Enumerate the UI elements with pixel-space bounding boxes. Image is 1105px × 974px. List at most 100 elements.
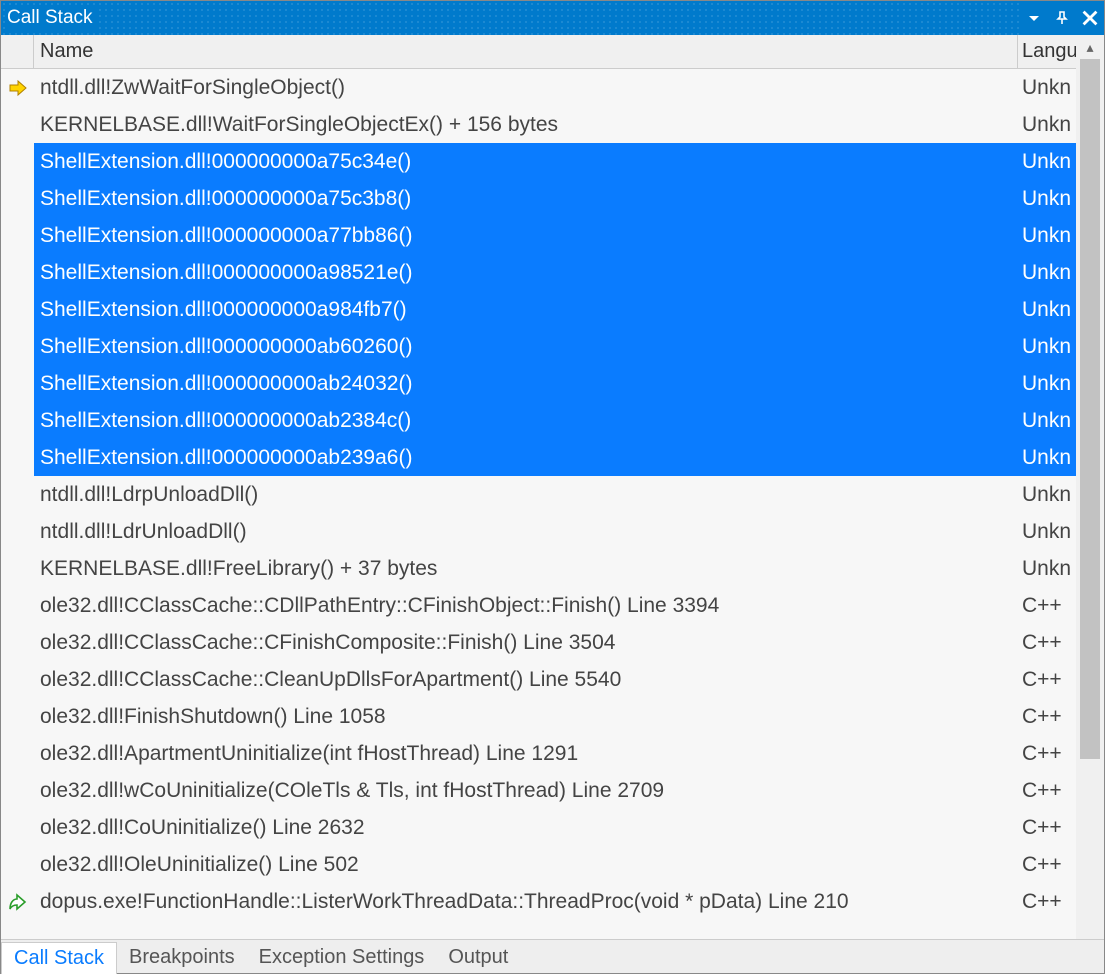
frame-language: Unkn <box>1018 520 1076 544</box>
frame-name: ShellExtension.dll!000000000a75c34e() <box>34 150 1018 174</box>
callstack-frame[interactable]: ShellExtension.dll!000000000a77bb86()Unk… <box>1 217 1076 254</box>
callstack-frame[interactable]: ole32.dll!OleUninitialize() Line 502C++ <box>1 846 1076 883</box>
frame-name: ole32.dll!CClassCache::CDllPathEntry::CF… <box>34 594 1018 618</box>
callstack-frame[interactable]: ShellExtension.dll!000000000ab239a6()Unk… <box>1 439 1076 476</box>
frame-gutter <box>1 328 34 365</box>
frame-name: ShellExtension.dll!000000000ab239a6() <box>34 446 1018 470</box>
frame-language: Unkn <box>1018 261 1076 285</box>
callstack-grid: Name Langu ntdll.dll!ZwWaitForSingleObje… <box>1 35 1076 939</box>
frame-language: C++ <box>1018 705 1076 729</box>
frame-language: Unkn <box>1018 372 1076 396</box>
frame-gutter <box>1 809 34 846</box>
frame-gutter <box>1 735 34 772</box>
frame-language: C++ <box>1018 853 1076 877</box>
frame-language: Unkn <box>1018 446 1076 470</box>
frame-gutter <box>1 439 34 476</box>
close-button[interactable] <box>1076 1 1104 35</box>
frame-gutter <box>1 476 34 513</box>
frame-language: Unkn <box>1018 113 1076 137</box>
frame-name: dopus.exe!FunctionHandle::ListerWorkThre… <box>34 890 1018 914</box>
callstack-frame[interactable]: KERNELBASE.dll!FreeLibrary() + 37 bytesU… <box>1 550 1076 587</box>
frame-gutter <box>1 254 34 291</box>
frame-name: ShellExtension.dll!000000000a75c3b8() <box>34 187 1018 211</box>
column-header-language[interactable]: Langu <box>1018 35 1076 68</box>
frame-language: C++ <box>1018 631 1076 655</box>
callstack-frame[interactable]: ole32.dll!wCoUninitialize(COleTls & Tls,… <box>1 772 1076 809</box>
close-icon <box>1081 9 1099 27</box>
frame-name: ole32.dll!CClassCache::CFinishComposite:… <box>34 631 1018 655</box>
frame-language: Unkn <box>1018 335 1076 359</box>
callstack-frame[interactable]: ShellExtension.dll!000000000a75c3b8()Unk… <box>1 180 1076 217</box>
scroll-up-icon[interactable]: ▴ <box>1080 37 1100 57</box>
frame-name: ShellExtension.dll!000000000ab24032() <box>34 372 1018 396</box>
current-frame-icon <box>1 69 34 106</box>
callstack-frame[interactable]: ntdll.dll!LdrpUnloadDll()Unkn <box>1 476 1076 513</box>
callstack-frame[interactable]: ShellExtension.dll!000000000a75c34e()Unk… <box>1 143 1076 180</box>
frame-language: Unkn <box>1018 224 1076 248</box>
titlebar: Call Stack <box>1 1 1104 35</box>
window-options-dropdown[interactable] <box>1020 1 1048 35</box>
callstack-frame[interactable]: dopus.exe!FunctionHandle::ListerWorkThre… <box>1 883 1076 920</box>
column-header-name[interactable]: Name <box>34 35 1018 68</box>
tab-output[interactable]: Output <box>436 942 520 973</box>
content-area: Name Langu ntdll.dll!ZwWaitForSingleObje… <box>1 35 1104 939</box>
bottom-tabs: Call StackBreakpointsException SettingsO… <box>1 939 1104 973</box>
frame-name: ole32.dll!ApartmentUninitialize(int fHos… <box>34 742 1018 766</box>
frame-language: C++ <box>1018 779 1076 803</box>
callstack-frame[interactable]: ole32.dll!ApartmentUninitialize(int fHos… <box>1 735 1076 772</box>
callstack-frame[interactable]: ShellExtension.dll!000000000ab60260()Unk… <box>1 328 1076 365</box>
frame-language: C++ <box>1018 668 1076 692</box>
frame-gutter <box>1 402 34 439</box>
callstack-frame[interactable]: ShellExtension.dll!000000000a98521e()Unk… <box>1 254 1076 291</box>
tab-breakpoints[interactable]: Breakpoints <box>117 942 247 973</box>
frame-language: Unkn <box>1018 298 1076 322</box>
frame-name: KERNELBASE.dll!FreeLibrary() + 37 bytes <box>34 557 1018 581</box>
tab-call-stack[interactable]: Call Stack <box>1 942 117 974</box>
frame-language: Unkn <box>1018 150 1076 174</box>
frame-language: Unkn <box>1018 409 1076 433</box>
frame-gutter <box>1 661 34 698</box>
callstack-frame[interactable]: ShellExtension.dll!000000000ab2384c()Unk… <box>1 402 1076 439</box>
frame-name: ntdll.dll!ZwWaitForSingleObject() <box>34 76 1018 100</box>
frame-name: ShellExtension.dll!000000000a77bb86() <box>34 224 1018 248</box>
callstack-rows: ntdll.dll!ZwWaitForSingleObject()UnknKER… <box>1 69 1076 939</box>
callstack-frame[interactable]: ole32.dll!CClassCache::CFinishComposite:… <box>1 624 1076 661</box>
scrollbar-thumb[interactable] <box>1080 59 1100 759</box>
frame-name: KERNELBASE.dll!WaitForSingleObjectEx() +… <box>34 113 1018 137</box>
frame-name: ole32.dll!OleUninitialize() Line 502 <box>34 853 1018 877</box>
frame-language: Unkn <box>1018 76 1076 100</box>
frame-gutter <box>1 624 34 661</box>
tab-exception-settings[interactable]: Exception Settings <box>247 942 437 973</box>
frame-language: Unkn <box>1018 557 1076 581</box>
frame-gutter <box>1 513 34 550</box>
callstack-frame[interactable]: KERNELBASE.dll!WaitForSingleObjectEx() +… <box>1 106 1076 143</box>
pin-button[interactable] <box>1048 1 1076 35</box>
frame-gutter <box>1 180 34 217</box>
header-gutter <box>1 35 34 68</box>
callstack-frame[interactable]: ole32.dll!FinishShutdown() Line 1058C++ <box>1 698 1076 735</box>
frame-gutter <box>1 587 34 624</box>
frame-name: ShellExtension.dll!000000000a984fb7() <box>34 298 1018 322</box>
frame-language: C++ <box>1018 816 1076 840</box>
frame-name: ShellExtension.dll!000000000ab60260() <box>34 335 1018 359</box>
frame-language: Unkn <box>1018 187 1076 211</box>
callstack-frame[interactable]: ole32.dll!CoUninitialize() Line 2632C++ <box>1 809 1076 846</box>
frame-name: ShellExtension.dll!000000000ab2384c() <box>34 409 1018 433</box>
callstack-frame[interactable]: ShellExtension.dll!000000000a984fb7()Unk… <box>1 291 1076 328</box>
callstack-frame[interactable]: ntdll.dll!ZwWaitForSingleObject()Unkn <box>1 69 1076 106</box>
frame-gutter <box>1 365 34 402</box>
callstack-frame[interactable]: ole32.dll!CClassCache::CDllPathEntry::CF… <box>1 587 1076 624</box>
frame-language: C++ <box>1018 890 1076 914</box>
frame-gutter <box>1 106 34 143</box>
return-frame-icon <box>1 883 34 920</box>
callstack-frame[interactable]: ShellExtension.dll!000000000ab24032()Unk… <box>1 365 1076 402</box>
frame-name: ntdll.dll!LdrUnloadDll() <box>34 520 1018 544</box>
frame-gutter <box>1 772 34 809</box>
callstack-frame[interactable]: ntdll.dll!LdrUnloadDll()Unkn <box>1 513 1076 550</box>
vertical-scrollbar[interactable]: ▴ <box>1076 35 1104 939</box>
callstack-frame[interactable]: ole32.dll!CClassCache::CleanUpDllsForApa… <box>1 661 1076 698</box>
frame-language: Unkn <box>1018 483 1076 507</box>
frame-gutter <box>1 291 34 328</box>
frame-name: ShellExtension.dll!000000000a98521e() <box>34 261 1018 285</box>
window-title: Call Stack <box>7 7 99 29</box>
